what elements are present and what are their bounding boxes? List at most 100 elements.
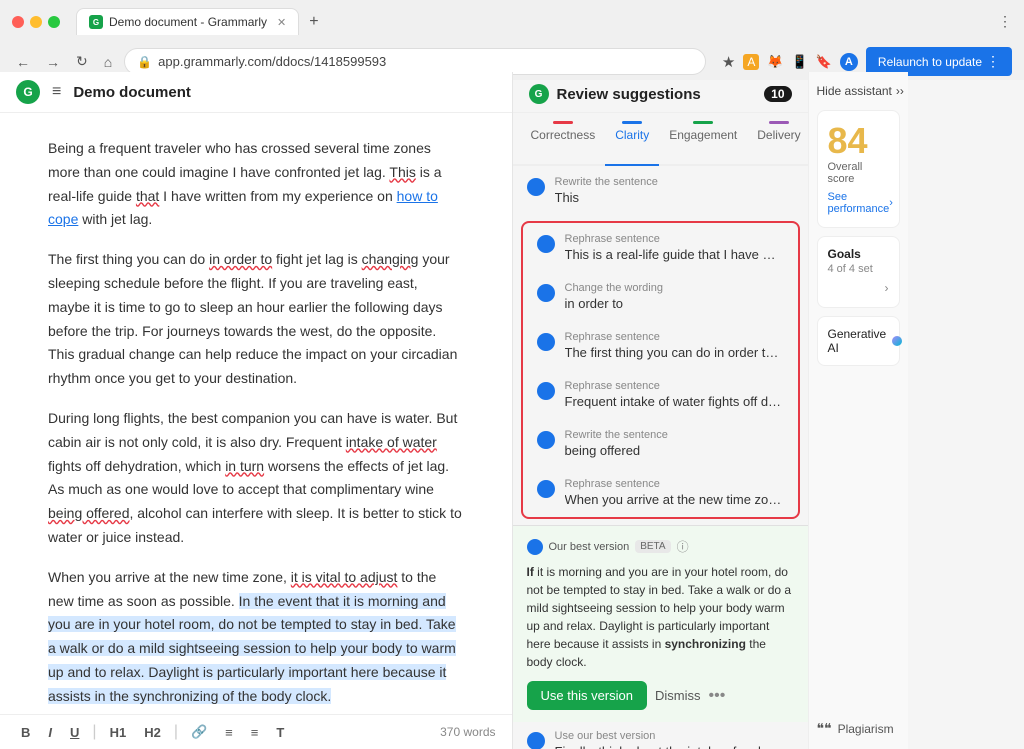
back-button[interactable]: ← xyxy=(12,50,34,74)
suggestion-content-0: Rewrite the sentence This xyxy=(555,176,794,205)
best-version-label: Our best version xyxy=(549,541,630,553)
suggestion-item-5[interactable]: Rewrite the sentence being offered xyxy=(523,419,798,468)
performance-chevron-icon: › xyxy=(889,197,893,209)
more-options-button[interactable]: ••• xyxy=(708,687,725,705)
info-icon[interactable]: ⓘ xyxy=(677,538,689,555)
tab-close-button[interactable]: ✕ xyxy=(277,16,286,29)
suggestion-text-1: This is a real-life guide that I have wr… xyxy=(565,247,785,262)
extension-c-icon[interactable]: 📱 xyxy=(792,54,808,70)
doc-title: Demo document xyxy=(73,84,191,101)
ordered-list-button[interactable]: ≡ xyxy=(220,722,238,743)
suggestion-content-2: Change the wording in order to xyxy=(565,282,784,311)
extension-b-icon[interactable]: 🦊 xyxy=(767,54,783,70)
doc-menu-icon[interactable]: ≡ xyxy=(52,83,61,101)
suggestion-item-3[interactable]: Rephrase sentence The first thing you ca… xyxy=(523,321,798,370)
tab-favicon: G xyxy=(89,15,103,29)
best-version-header: Our best version BETA ⓘ xyxy=(527,538,794,555)
chrome-menu-icon[interactable]: ⋮ xyxy=(998,13,1012,30)
suggestion-item-0[interactable]: Rewrite the sentence This xyxy=(513,166,808,215)
suggestion-text-3: The first thing you can do in order to f… xyxy=(565,345,785,360)
plagiarism-bar[interactable]: ❝❝ Plagiarism xyxy=(817,720,900,737)
tab-correctness[interactable]: Correctness xyxy=(521,113,606,166)
grammarly-sidebar-logo: G xyxy=(529,84,549,104)
score-panel: Hide assistant ›› 84 Overall score See p… xyxy=(808,72,908,749)
home-button[interactable]: ⌂ xyxy=(100,50,116,74)
suggestion-content-1: Rephrase sentence This is a real-life gu… xyxy=(565,233,785,262)
use-version-button[interactable]: Use this version xyxy=(527,681,647,710)
active-tab[interactable]: G Demo document - Grammarly ✕ xyxy=(76,8,299,35)
hide-assistant-button[interactable]: Hide assistant ›› xyxy=(817,84,900,98)
h2-button[interactable]: H2 xyxy=(139,722,166,743)
review-title: Review suggestions xyxy=(557,86,757,103)
suggestion-text-6: When you arrive at the new time zone, it… xyxy=(565,492,785,507)
url-bar[interactable]: 🔒 app.grammarly.com/ddocs/1418599593 xyxy=(124,48,706,75)
h1-button[interactable]: H1 xyxy=(105,722,132,743)
dismiss-button[interactable]: Dismiss xyxy=(655,688,701,703)
use-best-label: Use our best version xyxy=(555,730,794,742)
score-label: Overall score xyxy=(828,161,889,185)
generative-ai-box[interactable]: Generative AI xyxy=(817,316,900,366)
correction-being-offered: being offered xyxy=(48,505,129,521)
format-bar: B I U | H1 H2 | 🔗 ≡ ≡ T 370 words xyxy=(0,714,512,749)
suggestion-type-0: Rewrite the sentence xyxy=(555,176,794,188)
score-box: 84 Overall score See performance › xyxy=(817,110,900,228)
correction-that: that xyxy=(136,188,159,204)
see-performance-link[interactable]: See performance › xyxy=(828,191,889,215)
close-window-button[interactable] xyxy=(12,16,24,28)
document-panel: G ≡ Demo document Being a frequent trave… xyxy=(0,72,513,749)
refresh-button[interactable]: ↻ xyxy=(72,49,92,74)
bv-text-if: If xyxy=(527,565,534,579)
suggestion-icon-2 xyxy=(537,284,555,302)
suggestion-item-1[interactable]: Rephrase sentence This is a real-life gu… xyxy=(523,223,798,272)
link-how-to-cope[interactable]: how to cope xyxy=(48,188,438,228)
correctness-indicator xyxy=(553,121,573,124)
new-tab-button[interactable]: + xyxy=(303,11,324,33)
forward-button[interactable]: → xyxy=(42,50,64,74)
paragraph-3: During long flights, the best companion … xyxy=(48,407,464,550)
link-button[interactable]: 🔗 xyxy=(186,721,212,743)
maximize-window-button[interactable] xyxy=(48,16,60,28)
correction-this: This xyxy=(389,164,415,180)
extension-a-icon[interactable]: A xyxy=(743,54,759,70)
extension-d-icon[interactable]: 🔖 xyxy=(816,54,832,70)
bookmark-icon[interactable]: ★ xyxy=(722,53,735,71)
correction-changing: changing xyxy=(362,251,419,267)
paragraph-4: When you arrive at the new time zone, it… xyxy=(48,566,464,709)
underline-button[interactable]: U xyxy=(65,722,84,743)
goals-chevron-icon: › xyxy=(885,281,889,295)
goals-box[interactable]: Goals 4 of 4 set › xyxy=(817,236,900,308)
unordered-list-button[interactable]: ≡ xyxy=(246,722,264,743)
hide-assistant-chevron: ›› xyxy=(896,84,904,98)
suggestion-content-5: Rewrite the sentence being offered xyxy=(565,429,784,458)
tab-title: Demo document - Grammarly xyxy=(109,15,267,29)
bold-button[interactable]: B xyxy=(16,722,35,743)
use-best-content: Use our best version Finally, think abou… xyxy=(555,730,794,749)
use-best-version-item[interactable]: Use our best version Finally, think abou… xyxy=(513,722,808,749)
tab-engagement[interactable]: Engagement xyxy=(659,113,747,166)
suggestion-item-6[interactable]: Rephrase sentence When you arrive at the… xyxy=(523,468,798,517)
correction-in-turn: in turn xyxy=(225,458,264,474)
tab-clarity[interactable]: Clarity xyxy=(605,113,659,166)
best-version-icon xyxy=(527,539,543,555)
tab-delivery[interactable]: Delivery xyxy=(747,113,807,166)
plagiarism-quote-icon: ❝❝ xyxy=(817,720,832,737)
italic-button[interactable]: I xyxy=(43,722,57,743)
clear-format-button[interactable]: T xyxy=(271,722,289,743)
use-best-icon xyxy=(527,732,545,749)
sidebar-container: G Review suggestions 10 Correctness Clar… xyxy=(513,72,1024,749)
suggestion-item-4[interactable]: Rephrase sentence Frequent intake of wat… xyxy=(523,370,798,419)
suggestion-count-badge: 10 xyxy=(764,86,791,102)
suggestion-icon-6 xyxy=(537,480,555,498)
extension-e-icon[interactable]: A xyxy=(840,53,858,71)
goals-title: Goals xyxy=(828,247,889,261)
minimize-window-button[interactable] xyxy=(30,16,42,28)
main-layout: G ≡ Demo document Being a frequent trave… xyxy=(0,72,1024,749)
clarity-indicator xyxy=(622,121,642,124)
suggestion-item-2[interactable]: Change the wording in order to xyxy=(523,272,798,321)
plagiarism-section: ❝❝ Plagiarism xyxy=(817,708,900,737)
suggestion-type-6: Rephrase sentence xyxy=(565,478,785,490)
doc-body: Being a frequent traveler who has crosse… xyxy=(48,137,464,714)
suggestions-list: Rewrite the sentence This Rephrase sente… xyxy=(513,166,808,749)
selection-highlight: In the event that it is morning and you … xyxy=(48,593,456,704)
relaunch-dots-icon: ⋮ xyxy=(986,53,1000,70)
